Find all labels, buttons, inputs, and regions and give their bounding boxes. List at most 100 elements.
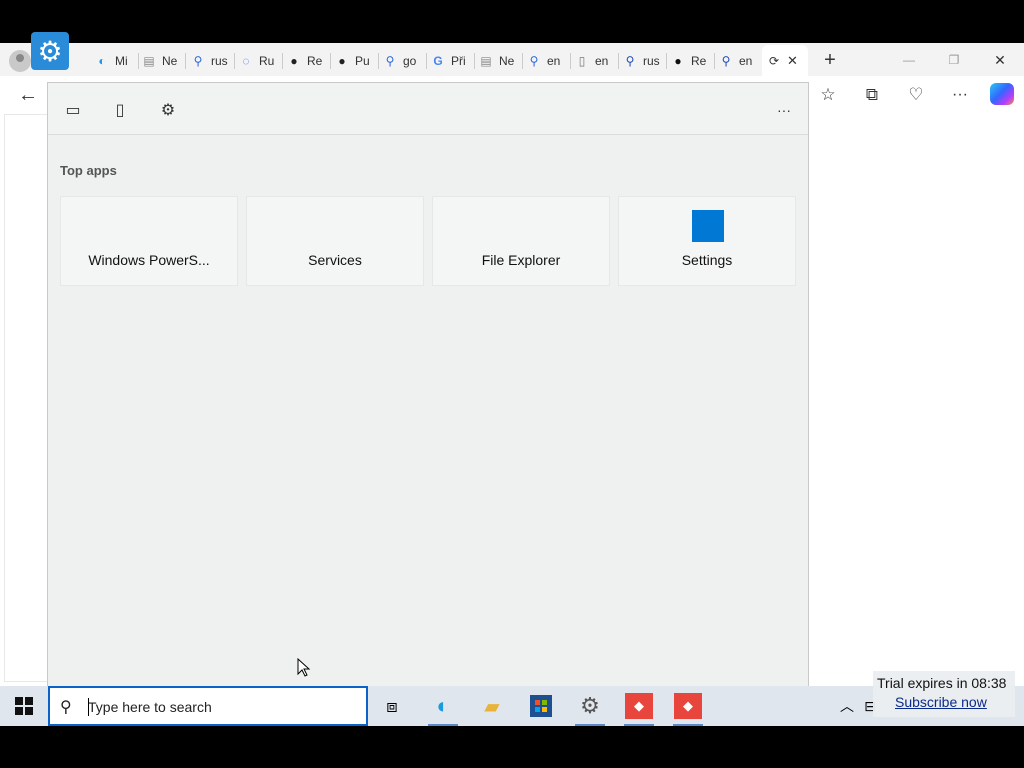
tab-label: rus: [211, 54, 228, 68]
tab-12[interactable]: ● Re: [670, 49, 715, 73]
tab-label: en: [547, 54, 561, 68]
back-button[interactable]: ←: [14, 82, 42, 108]
settings-filter-button[interactable]: ⚙: [157, 99, 179, 121]
windows-logo-icon: [15, 697, 33, 715]
app-label: Settings: [681, 252, 733, 268]
newtab-icon: ▤: [143, 54, 155, 68]
start-button[interactable]: [0, 686, 48, 726]
page-content-right: [808, 114, 1020, 682]
tab-6[interactable]: ⚲ go: [382, 49, 427, 73]
folder-icon: ▰: [484, 695, 500, 718]
app-label: File Explorer: [481, 252, 561, 268]
tab-label: go: [403, 54, 417, 68]
app-label: Windows PowerS...: [88, 252, 210, 268]
taskbar-file-explorer[interactable]: ▰: [478, 693, 506, 719]
panel-filter-bar: ▭ ▯ ⚙ ···: [48, 83, 808, 135]
chevron-up-icon: ︿: [840, 698, 854, 714]
app-tile-powershell[interactable]: Windows PowerS...: [60, 196, 238, 286]
github-icon: ●: [338, 54, 346, 68]
restore-button[interactable]: ❐: [938, 49, 970, 71]
minimize-icon: —: [903, 53, 915, 67]
new-tab-button[interactable]: +: [814, 49, 846, 71]
settings-more-button[interactable]: ···: [946, 82, 974, 108]
app-tile-file-explorer[interactable]: File Explorer: [432, 196, 610, 286]
remote-app-icon: ◆: [683, 698, 693, 713]
tab-5[interactable]: ● Pu: [334, 49, 379, 73]
tab-9[interactable]: ⚲ en: [526, 49, 571, 73]
settings-app-icon: [692, 210, 724, 242]
documents-filter-button[interactable]: ▯: [109, 99, 131, 121]
copilot-icon[interactable]: [990, 83, 1014, 105]
heartbeat-icon: ♡: [908, 85, 924, 104]
tab-7[interactable]: G Při: [430, 49, 475, 73]
subscribe-now-link[interactable]: Subscribe now: [895, 694, 987, 710]
browser-essentials-button[interactable]: ♡: [902, 82, 930, 108]
profile-avatar[interactable]: [9, 50, 31, 72]
tab-13[interactable]: ⚲ en: [718, 49, 763, 73]
tab-close-icon[interactable]: ✕: [787, 53, 798, 69]
page-loading-icon: ⟳: [768, 53, 780, 68]
google-icon: G: [433, 54, 443, 68]
tab-11[interactable]: ⚲ rus: [622, 49, 667, 73]
more-icon: ···: [777, 102, 791, 118]
more-icon: ···: [952, 86, 968, 103]
tab-label: Re: [307, 54, 323, 68]
restore-icon: ❐: [948, 53, 960, 67]
start-search-panel: ▭ ▯ ⚙ ··· Top apps Windows PowerS... Ser…: [47, 82, 809, 686]
more-options-button[interactable]: ···: [773, 99, 795, 121]
taskbar-edge[interactable]: ◐: [429, 693, 457, 719]
taskbar-settings[interactable]: ⚙: [576, 693, 604, 719]
search-icon: ⚲: [193, 54, 203, 68]
app-tile-services[interactable]: Services: [246, 196, 424, 286]
text-caret: [88, 698, 89, 716]
mouse-cursor-icon: [297, 658, 311, 677]
document-icon: ▯: [115, 102, 125, 119]
close-window-button[interactable]: ✕: [984, 49, 1016, 71]
minimize-button[interactable]: —: [893, 49, 925, 71]
tab-10[interactable]: ▯ en: [574, 49, 619, 73]
app-tile-settings[interactable]: Settings: [618, 196, 796, 286]
taskbar-app-red-2[interactable]: ◆: [674, 693, 702, 719]
tab-active[interactable]: ⟳ ✕: [762, 45, 808, 76]
favorites-button[interactable]: ☆: [814, 82, 842, 108]
tab-4[interactable]: ● Re: [286, 49, 331, 73]
page-content-left: [4, 114, 47, 682]
gear-icon: ⚙: [580, 693, 600, 718]
back-arrow-icon: ←: [18, 83, 38, 106]
github-icon: ●: [674, 54, 682, 68]
newtab-icon: ▤: [480, 54, 492, 68]
task-view-icon: ⧈: [386, 695, 398, 716]
loading-icon: ◌: [242, 54, 250, 68]
plus-icon: +: [824, 48, 836, 71]
apps-filter-button[interactable]: ▭: [62, 99, 84, 121]
search-icon: ⚲: [385, 54, 395, 68]
collections-button[interactable]: ⧉: [858, 82, 886, 108]
tab-strip: ◐ Mi ▤ Ne ⚲ rus ◌ Ru ● Re ● Pu ⚲ go G Př…: [0, 43, 1024, 76]
tab-label: Re: [691, 54, 707, 68]
tab-label: Ru: [259, 54, 275, 68]
settings-gear-icon[interactable]: ⚙: [31, 32, 69, 70]
search-placeholder: Type here to search: [88, 699, 212, 715]
page-icon: ▯: [578, 54, 586, 68]
taskbar: ⚲ Type here to search ⧈ ◐ ▰ ⚙ ◆ ◆ ︿ ⊟: [0, 686, 1024, 726]
search-icon: ⚲: [721, 54, 731, 68]
apps-icon: ▭: [65, 102, 81, 119]
tab-label: rus: [643, 54, 660, 68]
tab-0[interactable]: ◐ Mi: [94, 49, 139, 73]
search-icon: ⚲: [625, 54, 635, 68]
taskbar-app-red-1[interactable]: ◆: [625, 693, 653, 719]
tab-2[interactable]: ⚲ rus: [190, 49, 235, 73]
desktop-screen: ◐ Mi ▤ Ne ⚲ rus ◌ Ru ● Re ● Pu ⚲ go G Př…: [0, 0, 1024, 768]
app-label: Services: [308, 252, 362, 268]
remote-app-icon: ◆: [634, 698, 644, 713]
favorites-star-icon: ☆: [820, 85, 836, 104]
tab-8[interactable]: ▤ Ne: [478, 49, 523, 73]
taskbar-store[interactable]: [527, 693, 555, 719]
tab-3[interactable]: ◌ Ru: [238, 49, 283, 73]
gear-icon: ⚙: [160, 102, 176, 119]
taskbar-search-box[interactable]: ⚲ Type here to search: [48, 686, 368, 726]
task-view-button[interactable]: ⧈: [378, 693, 406, 719]
tab-label: en: [595, 54, 609, 68]
trial-expires-text: Trial expires in 08:38: [877, 675, 1007, 691]
tab-1[interactable]: ▤ Ne: [141, 49, 186, 73]
